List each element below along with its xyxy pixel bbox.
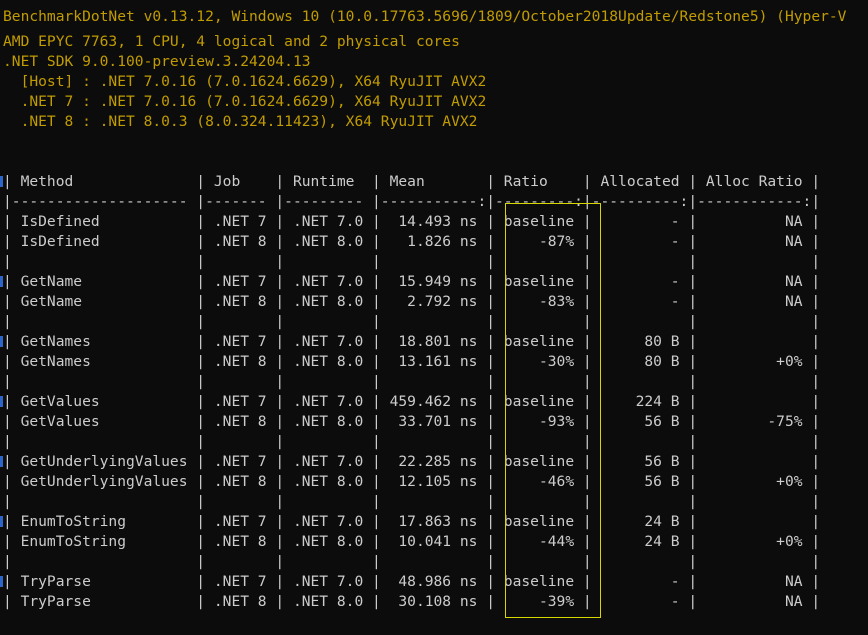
table-row: | GetName | .NET 7 | .NET 7.0 | 15.949 n… (3, 273, 821, 290)
table-header-row: | Method | Job | Runtime | Mean | Ratio … (3, 173, 821, 190)
margin-marker (0, 176, 3, 187)
table-spacer-row: | | | | | | | | (3, 433, 821, 450)
host-runtime-line: [Host] : .NET 7.0.16 (7.0.1624.6629), X6… (3, 73, 487, 90)
table-row: | IsDefined | .NET 7 | .NET 7.0 | 14.493… (3, 213, 821, 230)
table-separator-row: |-------------------- |------- |--------… (3, 193, 821, 210)
benchmark-version-line: BenchmarkDotNet v0.13.12, Windows 10 (10… (3, 8, 847, 25)
cpu-info-line: AMD EPYC 7763, 1 CPU, 4 logical and 2 ph… (3, 33, 460, 50)
margin-marker (0, 576, 3, 587)
table-row: | GetNames | .NET 8 | .NET 8.0 | 13.161 … (3, 353, 821, 370)
table-row: | TryParse | .NET 7 | .NET 7.0 | 48.986 … (3, 573, 821, 590)
table-row: | TryParse | .NET 8 | .NET 8.0 | 30.108 … (3, 593, 821, 610)
margin-marker (0, 396, 3, 407)
margin-marker (0, 516, 3, 527)
terminal-window[interactable]: BenchmarkDotNet v0.13.12, Windows 10 (10… (0, 0, 868, 635)
table-row: | GetUnderlyingValues | .NET 7 | .NET 7.… (3, 453, 821, 470)
table-spacer-row: | | | | | | | | (3, 313, 821, 330)
margin-marker (0, 276, 3, 287)
table-row: | GetValues | .NET 8 | .NET 8.0 | 33.701… (3, 413, 821, 430)
table-row: | GetName | .NET 8 | .NET 8.0 | 2.792 ns… (3, 293, 821, 310)
table-spacer-row: | | | | | | | | (3, 253, 821, 270)
sdk-info-line: .NET SDK 9.0.100-preview.3.24204.13 (3, 53, 311, 70)
margin-marker (0, 456, 3, 467)
margin-marker (0, 336, 3, 347)
table-row: | IsDefined | .NET 8 | .NET 8.0 | 1.826 … (3, 233, 821, 250)
table-spacer-row: | | | | | | | | (3, 493, 821, 510)
net8-runtime-line: .NET 8 : .NET 8.0.3 (8.0.324.11423), X64… (3, 113, 478, 130)
table-row: | GetNames | .NET 7 | .NET 7.0 | 18.801 … (3, 333, 821, 350)
table-row: | EnumToString | .NET 8 | .NET 8.0 | 10.… (3, 533, 821, 550)
table-row: | GetValues | .NET 7 | .NET 7.0 | 459.46… (3, 393, 821, 410)
net7-runtime-line: .NET 7 : .NET 7.0.16 (7.0.1624.6629), X6… (3, 93, 487, 110)
table-spacer-row: | | | | | | | | (3, 553, 821, 570)
table-row: | EnumToString | .NET 7 | .NET 7.0 | 17.… (3, 513, 821, 530)
ratio-column-highlight (505, 203, 601, 618)
table-spacer-row: | | | | | | | | (3, 373, 821, 390)
table-row: | GetUnderlyingValues | .NET 8 | .NET 8.… (3, 473, 821, 490)
